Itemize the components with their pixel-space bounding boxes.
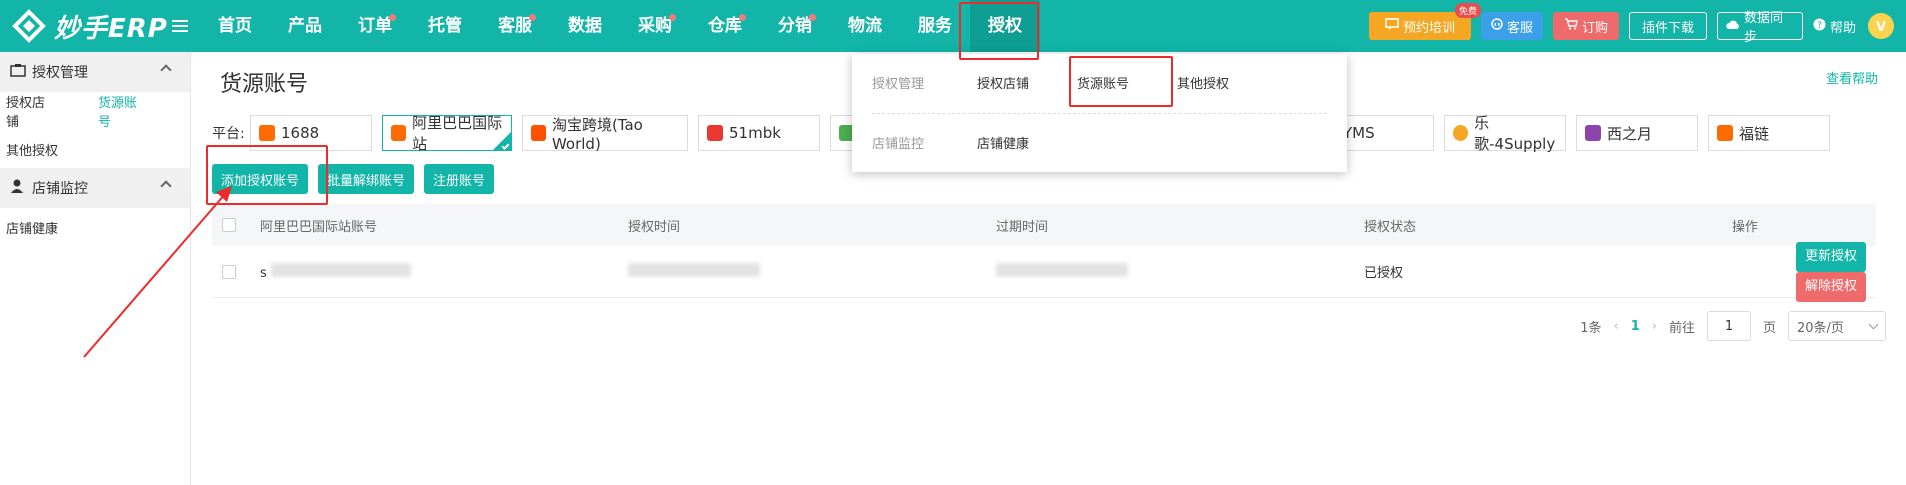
highlight-box xyxy=(1069,56,1173,107)
highlight-box xyxy=(959,2,1039,60)
highlight-box xyxy=(206,145,328,205)
annotation-arrow-icon xyxy=(83,186,232,358)
